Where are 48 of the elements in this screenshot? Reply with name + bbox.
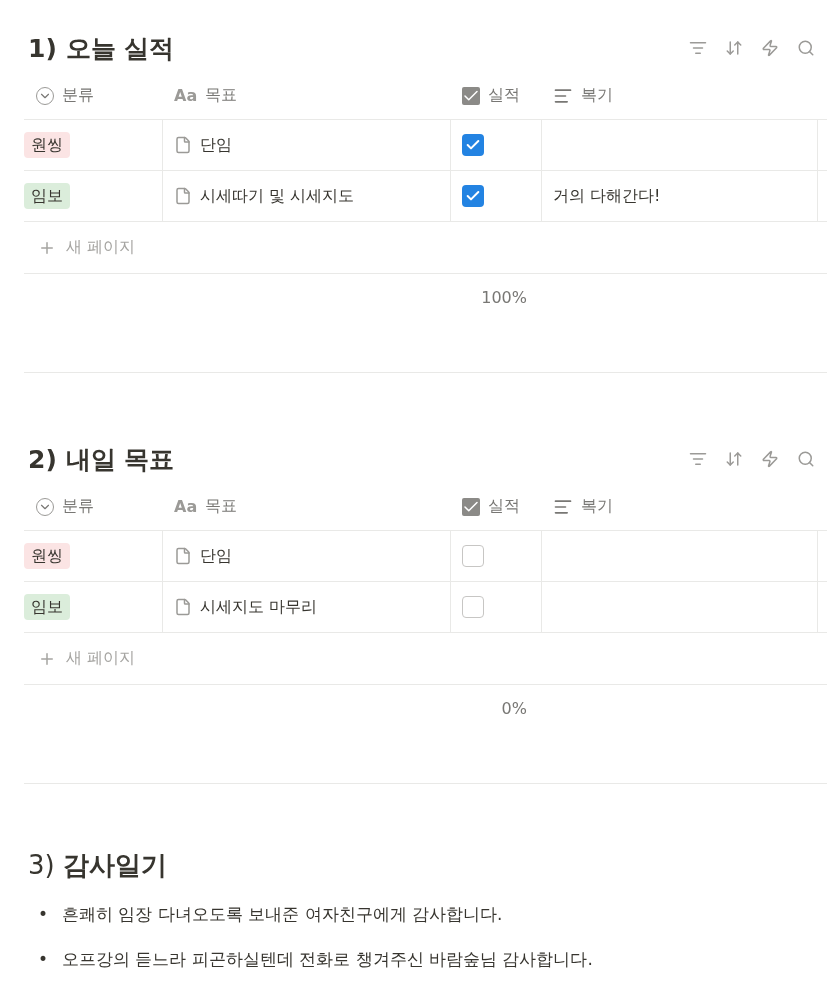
calculation-value: 0% — [501, 698, 528, 718]
column-header[interactable]: 분류 — [62, 496, 94, 517]
checkbox[interactable] — [462, 545, 484, 567]
checkbox[interactable] — [462, 134, 484, 156]
checkbox-icon — [462, 497, 480, 516]
column-header[interactable]: 분류 — [62, 85, 94, 106]
lightning-icon[interactable] — [761, 39, 779, 57]
checkbox[interactable] — [462, 185, 484, 207]
search-icon[interactable] — [797, 39, 815, 57]
column-header[interactable]: 실적 — [488, 496, 520, 517]
page-icon — [174, 547, 192, 565]
column-header[interactable]: 목표 — [205, 85, 238, 106]
search-icon[interactable] — [797, 450, 815, 468]
section-title: 3) 감사일기 — [27, 849, 168, 882]
column-header[interactable]: 복기 — [581, 85, 613, 106]
calculation-value: 100% — [481, 287, 528, 307]
new-page-button[interactable]: 새 페이지 — [66, 237, 136, 258]
bullet: • — [38, 903, 49, 924]
goal-text[interactable]: 시세지도 마무리 — [200, 596, 318, 618]
gratitude-item: 오프강의 듣느라 피곤하실텐데 전화로 챙겨주신 바람숲님 감사합니다. — [62, 947, 593, 971]
sort-icon[interactable] — [725, 39, 743, 57]
checkbox[interactable] — [462, 596, 484, 618]
category-tag: 원씽 — [24, 132, 70, 158]
column-header[interactable]: 복기 — [581, 496, 613, 517]
lightning-icon[interactable] — [761, 450, 779, 468]
bullet: • — [38, 948, 49, 969]
page-icon — [174, 136, 192, 154]
review-text: 거의 다해간다! — [553, 185, 661, 207]
category-tag: 임보 — [24, 183, 70, 209]
column-header[interactable]: 목표 — [205, 496, 238, 517]
filter-icon[interactable] — [689, 39, 707, 57]
page-icon — [174, 187, 192, 205]
goal-text[interactable]: 단임 — [200, 545, 232, 567]
page-icon — [174, 598, 192, 616]
goal-text[interactable]: 시세따기 및 시세지도 — [200, 185, 355, 207]
text-type-icon: Aa — [174, 86, 198, 105]
sort-icon[interactable] — [725, 450, 743, 468]
checkbox-icon — [462, 86, 480, 105]
filter-icon[interactable] — [689, 450, 707, 468]
category-tag: 원씽 — [24, 543, 70, 569]
column-header[interactable]: 실적 — [488, 85, 520, 106]
new-page-button[interactable]: 새 페이지 — [66, 648, 136, 669]
gratitude-item: 흔쾌히 임장 다녀오도록 보내준 여자친구에게 감사합니다. — [62, 902, 503, 926]
section-title: 1) 오늘 실적 — [27, 32, 176, 65]
section-title: 2) 내일 목표 — [27, 443, 176, 476]
text-type-icon: Aa — [174, 497, 198, 516]
category-tag: 임보 — [24, 594, 70, 620]
goal-text[interactable]: 단임 — [200, 134, 232, 156]
